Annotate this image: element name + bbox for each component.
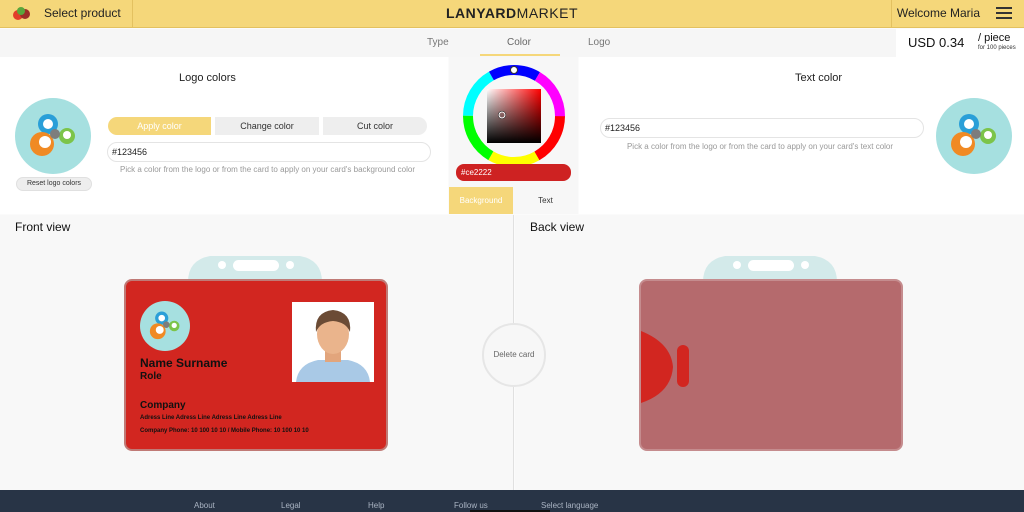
logo-colors-title: Logo colors — [179, 72, 236, 84]
price-unit: / piece — [978, 32, 1011, 44]
card-holder-clip — [188, 256, 322, 282]
back-card[interactable] — [639, 279, 903, 451]
back-view-title: Back view — [530, 220, 585, 234]
card-role[interactable]: Role — [140, 371, 162, 382]
step-tabs: Type Color Logo — [0, 29, 1024, 57]
tab-type[interactable]: Type — [427, 37, 449, 48]
brand-logo[interactable]: LANYARDMARKET — [0, 5, 1024, 21]
text-color-title: Text color — [795, 72, 843, 84]
picked-color-value[interactable]: #ce2222 — [456, 164, 571, 181]
welcome-text: Welcome Maria — [896, 6, 980, 20]
brand-rest: MARKET — [516, 5, 578, 21]
text-hex-input[interactable]: #123456 — [600, 118, 924, 138]
price-box: USD 0.34 / piece for 100 pieces — [896, 29, 1024, 57]
logo-preview[interactable] — [15, 98, 91, 174]
card-company[interactable]: Company — [140, 400, 186, 411]
logo-hex-input[interactable]: #123456 — [107, 142, 431, 162]
tab-logo[interactable]: Logo — [588, 37, 610, 48]
cut-color-button[interactable]: Cut color — [323, 117, 427, 135]
text-color-hint: Pick a color from the logo or from the c… — [626, 142, 894, 151]
logo-preview-right[interactable] — [936, 98, 1012, 174]
logo-graphic-icon — [149, 311, 180, 340]
back-view-area: Back view — [515, 215, 1024, 490]
card-holder-clip-back — [703, 256, 837, 282]
active-tab-indicator — [480, 54, 560, 56]
logo-colors-hint: Pick a color from the logo or from the c… — [120, 165, 416, 174]
logo-colors-panel: Logo colors Reset logo colors Apply colo… — [0, 57, 448, 214]
color-picker-panel: #ce2222 Background Text — [449, 57, 578, 214]
delete-card-button[interactable]: Delete card — [482, 323, 546, 387]
hamburger-menu-icon[interactable] — [996, 7, 1012, 20]
footer: About Legal Help Follow us Select langua… — [0, 490, 1024, 512]
footer-link-about[interactable]: About — [194, 501, 215, 510]
footer-link-help[interactable]: Help — [368, 501, 384, 510]
logo-graphic-icon — [951, 114, 996, 156]
card-name[interactable]: Name Surname — [140, 356, 227, 370]
top-header: Select product LANYARDMARKET Welcome Mar… — [0, 0, 1024, 28]
card-address[interactable]: Adress Line Adress Line Adress Line Adre… — [140, 415, 282, 421]
front-card[interactable]: Name Surname Role Company Adress Line Ad… — [124, 279, 388, 451]
text-mode-button[interactable]: Text — [513, 187, 578, 214]
brand-bold: LANYARD — [446, 5, 517, 21]
footer-link-follow-us[interactable]: Follow us — [454, 501, 488, 510]
color-wheel[interactable] — [462, 64, 566, 168]
tab-color[interactable]: Color — [507, 37, 531, 48]
person-avatar-icon — [292, 302, 374, 382]
card-logo[interactable] — [140, 301, 190, 351]
footer-link-select-language[interactable]: Select language — [541, 501, 598, 510]
price-note: for 100 pieces — [978, 45, 1016, 51]
back-card-shape — [641, 331, 689, 403]
footer-link-legal[interactable]: Legal — [281, 501, 301, 510]
background-mode-button[interactable]: Background — [449, 187, 513, 214]
reset-logo-colors-button[interactable]: Reset logo colors — [16, 177, 92, 191]
front-view-title: Front view — [15, 220, 71, 234]
card-phone[interactable]: Company Phone: 10 100 10 10 / Mobile Pho… — [140, 428, 309, 434]
change-color-button[interactable]: Change color — [215, 117, 319, 135]
user-menu-area[interactable]: Welcome Maria — [891, 0, 1024, 28]
front-view-area: Front view Name Surname Role Company Adr… — [0, 215, 514, 490]
logo-graphic-icon — [30, 114, 75, 156]
text-color-panel: Text color #123456 Pick a color from the… — [579, 57, 1024, 214]
profile-photo[interactable] — [292, 302, 374, 382]
hue-handle[interactable] — [510, 66, 518, 74]
apply-color-button[interactable]: Apply color — [108, 117, 211, 135]
price-amount: USD 0.34 — [908, 35, 965, 50]
